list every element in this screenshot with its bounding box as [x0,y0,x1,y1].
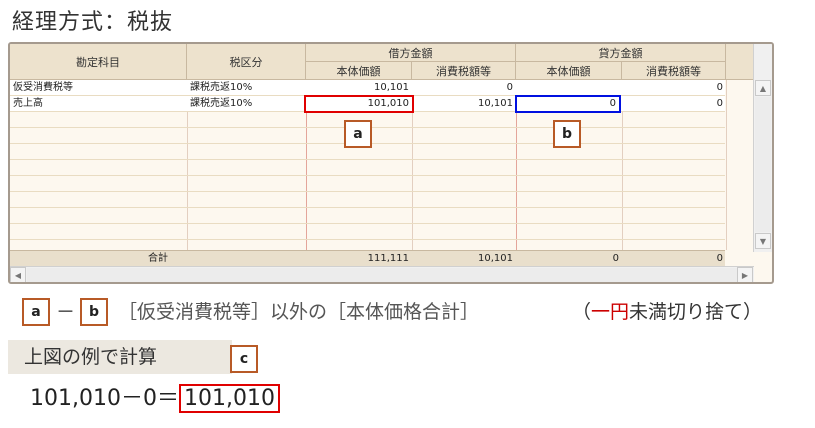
calc-result: 101,010 [178,384,280,413]
empty-row[interactable] [10,192,725,208]
minus-sign: － [56,301,76,323]
calc-heading-text: 上図の例で計算 [24,346,158,368]
arrow-right-icon: ▶ [741,270,749,280]
formula-description: ［仮受消費税等］以外の［本体価格合計］ [118,301,480,323]
total-debit-base: 111,111 [367,253,409,264]
total-credit-base: 0 [612,253,619,264]
empty-row[interactable] [10,224,725,240]
header-debit-tax[interactable]: 消費税額等 [412,62,516,80]
cell-account[interactable]: 売上高 [10,96,187,111]
header-debit-base[interactable]: 本体価額 [306,62,412,80]
empty-row[interactable] [10,160,725,176]
cell-credit-base[interactable] [516,80,622,95]
table-row[interactable]: 売上高 課税売返10% 101,010 10,101 0 0 [10,95,726,113]
scroll-track[interactable] [755,97,771,232]
header-account[interactable]: 勘定科目 [10,44,187,80]
badge-c: c [230,345,258,373]
empty-row[interactable] [10,208,725,224]
header-credit-tax[interactable]: 消費税額等 [622,62,726,80]
scroll-track[interactable] [27,268,737,282]
arrow-left-icon: ◀ [14,270,22,280]
cell-credit-base-highlighted[interactable]: 0 [515,95,621,113]
vertical-scrollbar[interactable]: ▲ ▼ [753,44,772,252]
cell-debit-tax[interactable]: 0 [412,80,516,95]
empty-row[interactable] [10,176,725,192]
arrow-up-icon: ▲ [759,83,767,93]
total-debit-tax: 10,101 [478,253,513,264]
calc-expression: 101,010－0＝ [30,386,179,411]
header-tax-class[interactable]: 税区分 [187,44,306,80]
cell-credit-tax[interactable]: 0 [622,96,726,111]
scroll-down-button[interactable]: ▼ [755,233,771,249]
table-row[interactable]: 仮受消費税等 課税売返10% 10,101 0 0 [10,80,725,96]
page-title: 経理方式：税抜 [12,10,174,35]
column-divider [726,80,727,250]
badge-b: b [553,120,581,148]
rounding-note: （一円未満切り捨て） [572,296,762,328]
badge-b: b [80,298,108,326]
total-row: 合計 111,111 10,101 0 0 [10,250,725,266]
cell-tax-class[interactable]: 課税売返10% [187,80,306,95]
header-spacer [726,44,754,80]
cell-account[interactable]: 仮受消費税等 [10,80,187,95]
total-label: 合計 [148,253,168,264]
cell-debit-base[interactable]: 10,101 [306,80,412,95]
header-credit: 貸方金額 [516,44,726,62]
cell-debit-base-highlighted[interactable]: 101,010 [304,95,414,113]
cell-tax-class[interactable]: 課税売返10% [187,96,306,111]
calc-heading: 上図の例で計算 [8,340,232,374]
scroll-right-button[interactable]: ▶ [737,267,753,282]
header-debit: 借方金額 [306,44,516,62]
formula-line: a － b ［仮受消費税等］以外の［本体価格合計］ （一円未満切り捨て） [0,296,815,328]
note-open: （ [572,301,592,323]
scroll-up-button[interactable]: ▲ [755,80,771,96]
arrow-down-icon: ▼ [759,236,767,246]
badge-a: a [344,120,372,148]
journal-grid: 勘定科目 税区分 借方金額 貸方金額 本体価額 消費税額等 本体価額 消費税額等… [8,42,774,284]
header-credit-base[interactable]: 本体価額 [516,62,622,80]
calc-expression-line: 101,010－0＝ 101,010 [30,382,280,416]
note-rest: 未満切り捨て） [629,301,763,323]
cell-credit-tax[interactable]: 0 [622,80,726,95]
total-credit-tax: 0 [716,253,723,264]
badge-a: a [22,298,50,326]
horizontal-scrollbar[interactable]: ◀ ▶ [10,266,754,282]
cell-debit-tax[interactable]: 10,101 [414,96,516,111]
note-red-text: 一円 [591,301,630,323]
scroll-left-button[interactable]: ◀ [10,267,26,282]
